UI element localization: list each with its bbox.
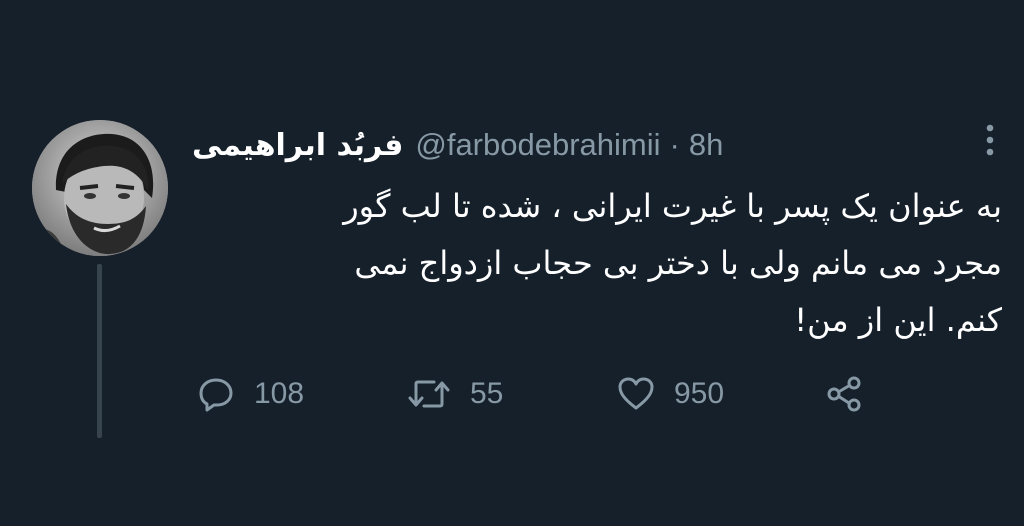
retweet-count: 55 [470,377,504,410]
avatar[interactable] [32,120,168,256]
retweet-button[interactable]: 55 [406,372,503,416]
user-handle[interactable]: @farbodebrahimii [415,127,660,163]
reply-count: 108 [254,377,305,410]
reply-button[interactable]: 108 [196,372,304,416]
reply-icon [199,378,233,412]
tweet-text-line: به عنوان یک پسر با غیرت ایرانی ، شده تا … [343,187,1002,225]
separator-dot: · [669,127,680,162]
tweet-time[interactable]: 8h [689,127,723,163]
avatar-photo [32,120,168,256]
tweet-text-line: کنم. این از من! [794,301,1002,339]
retweet-icon [408,380,450,408]
more-options-button[interactable] [976,122,1004,158]
more-vertical-icon [986,124,994,156]
display-name[interactable]: فربُد ابراهیمی [192,128,403,163]
tweet-actions: 108 55 950 [196,372,896,416]
share-icon [827,376,861,412]
tweet-text-line: مجرد می مانم ولی با دختر بی حجاب ازدواج … [354,244,1002,282]
share-button[interactable] [824,372,864,416]
tweet-header: فربُد ابراهیمی @farbodebrahimii · 8h [192,122,723,168]
tweet-text: به عنوان یک پسر با غیرت ایرانی ، شده تا … [192,178,1002,349]
heart-icon [618,377,654,410]
tweet: فربُد ابراهیمی @farbodebrahimii · 8h به … [0,0,1024,526]
like-count: 950 [674,377,725,410]
like-button[interactable]: 950 [616,372,724,416]
thread-line [97,264,102,438]
